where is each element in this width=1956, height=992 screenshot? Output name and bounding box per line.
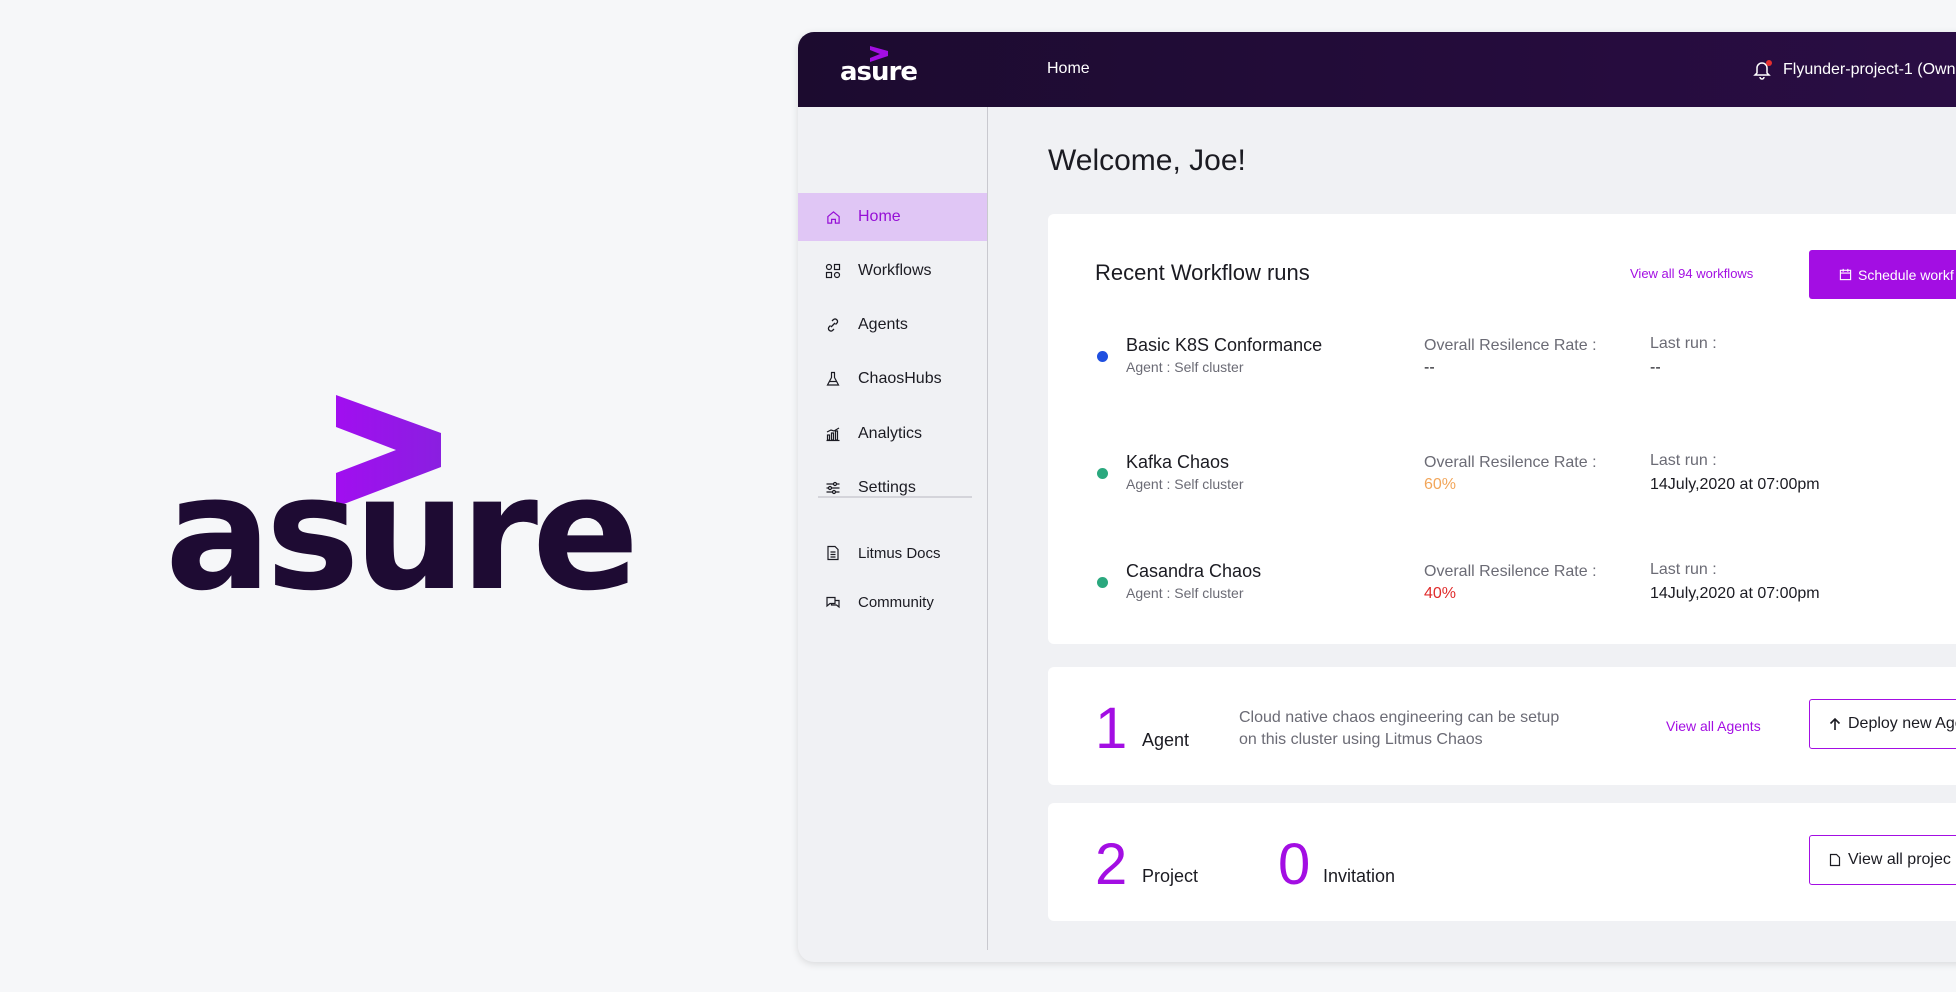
agent-count: 1 bbox=[1095, 696, 1128, 761]
run-agent: Agent : Self cluster bbox=[1126, 585, 1244, 601]
sidebar-item-settings[interactable]: Settings bbox=[798, 464, 987, 512]
schedule-workflow-label: Schedule workf bbox=[1858, 266, 1954, 283]
deploy-agent-button[interactable]: Deploy new Age bbox=[1809, 699, 1956, 749]
run-name: Kafka Chaos bbox=[1126, 452, 1230, 472]
invitation-count: 0 bbox=[1278, 832, 1311, 897]
rate-label: Overall Resilence Rate : bbox=[1424, 563, 1597, 580]
status-dot bbox=[1097, 351, 1108, 362]
rate-value: 40% bbox=[1424, 585, 1457, 602]
flask-icon bbox=[824, 370, 842, 388]
projects-card: 2 Project 0 Invitation View all projec bbox=[1048, 803, 1956, 921]
top-logo[interactable]: asure bbox=[840, 46, 920, 96]
hero-wordmark: asure bbox=[165, 442, 639, 626]
sidebar-item-label: ChaosHubs bbox=[858, 370, 942, 387]
hero-logo: asure bbox=[165, 395, 639, 613]
status-dot bbox=[1097, 468, 1108, 479]
notification-badge bbox=[1766, 60, 1772, 66]
view-all-projects-label: View all projec bbox=[1848, 851, 1951, 868]
run-name: Basic K8S Conformance bbox=[1126, 335, 1323, 355]
document-icon bbox=[824, 544, 842, 562]
link-icon bbox=[824, 316, 842, 334]
rate-label: Overall Resilence Rate : bbox=[1424, 337, 1597, 354]
deploy-agent-label: Deploy new Age bbox=[1848, 715, 1956, 732]
invitation-label: Invitation bbox=[1323, 866, 1396, 886]
sidebar-item-analytics[interactable]: Analytics bbox=[798, 410, 987, 458]
sidebar-item-agents[interactable]: Agents bbox=[798, 301, 987, 349]
sidebar-item-label: Litmus Docs bbox=[858, 544, 941, 562]
view-all-agents-link[interactable]: View all Agents bbox=[1666, 718, 1761, 734]
chat-icon bbox=[824, 593, 842, 611]
view-all-workflows-link[interactable]: View all 94 workflows bbox=[1630, 266, 1753, 281]
arrow-up-icon bbox=[1829, 717, 1841, 730]
status-dot bbox=[1097, 577, 1108, 588]
agent-description: Cloud native chaos engineering can be se… bbox=[1239, 709, 1560, 748]
rate-value: -- bbox=[1424, 359, 1435, 376]
runs-title: Recent Workflow runs bbox=[1095, 260, 1310, 285]
sidebar-item-chaoshubs[interactable]: ChaosHubs bbox=[798, 355, 987, 403]
sidebar: Home Workflows Agents ChaosHubs Analytic… bbox=[798, 107, 988, 950]
agent-label: Agent bbox=[1142, 730, 1190, 750]
top-navbar: asure Home Flyunder-project-1 (Own bbox=[798, 32, 1956, 107]
last-run-value: 14July,2020 at 07:00pm bbox=[1650, 585, 1820, 602]
sidebar-item-label: Community bbox=[858, 593, 934, 611]
last-run-label: Last run : bbox=[1650, 335, 1717, 352]
app-window: asure Home Flyunder-project-1 (Own Home … bbox=[798, 32, 1956, 962]
sidebar-item-label: Agents bbox=[858, 316, 908, 333]
top-home-link[interactable]: Home bbox=[1047, 60, 1090, 78]
last-run-label: Last run : bbox=[1650, 452, 1717, 469]
project-count: 2 bbox=[1095, 832, 1128, 897]
rate-value: 60% bbox=[1424, 476, 1457, 493]
run-agent: Agent : Self cluster bbox=[1126, 476, 1244, 492]
workflow-run-row[interactable]: Casandra Chaos Agent : Self cluster Over… bbox=[1048, 561, 1956, 621]
rate-label: Overall Resilence Rate : bbox=[1424, 454, 1597, 471]
page-title: Welcome, Joe! bbox=[1048, 144, 1246, 177]
home-icon bbox=[824, 208, 842, 226]
last-run-value: -- bbox=[1650, 359, 1661, 376]
agents-card: 1 Agent Cloud native chaos engineering c… bbox=[1048, 667, 1956, 785]
run-name: Casandra Chaos bbox=[1126, 561, 1262, 581]
document-icon bbox=[1829, 853, 1841, 867]
project-label: Project bbox=[1142, 866, 1199, 886]
calendar-icon bbox=[1839, 268, 1852, 281]
sidebar-item-community[interactable]: Community bbox=[798, 578, 987, 626]
sidebar-item-label: Home bbox=[858, 208, 901, 225]
sidebar-item-workflows[interactable]: Workflows bbox=[798, 247, 987, 295]
project-selector[interactable]: Flyunder-project-1 (Own bbox=[1783, 61, 1956, 79]
sidebar-item-litmus-docs[interactable]: Litmus Docs bbox=[798, 529, 987, 577]
sidebar-item-label: Analytics bbox=[858, 425, 923, 442]
view-all-projects-button[interactable]: View all projec bbox=[1809, 835, 1956, 885]
sidebar-divider bbox=[818, 496, 972, 498]
workflow-run-row[interactable]: Basic K8S Conformance Agent : Self clust… bbox=[1048, 335, 1956, 395]
last-run-label: Last run : bbox=[1650, 561, 1717, 578]
sidebar-item-label: Settings bbox=[858, 479, 916, 496]
recent-runs-card: Recent Workflow runs View all 94 workflo… bbox=[1048, 214, 1956, 644]
run-agent: Agent : Self cluster bbox=[1126, 359, 1244, 375]
schedule-workflow-button[interactable]: Schedule workf bbox=[1809, 250, 1956, 299]
grid-icon bbox=[824, 262, 842, 280]
sidebar-item-home[interactable]: Home bbox=[798, 193, 987, 241]
top-wordmark: asure bbox=[840, 57, 918, 87]
last-run-value: 14July,2020 at 07:00pm bbox=[1650, 476, 1820, 493]
bell-icon[interactable] bbox=[1753, 60, 1773, 80]
sidebar-item-label: Workflows bbox=[858, 262, 932, 279]
workflow-run-row[interactable]: Kafka Chaos Agent : Self cluster Overall… bbox=[1048, 452, 1956, 512]
sliders-icon bbox=[824, 479, 842, 497]
bar-chart-icon bbox=[824, 425, 842, 443]
